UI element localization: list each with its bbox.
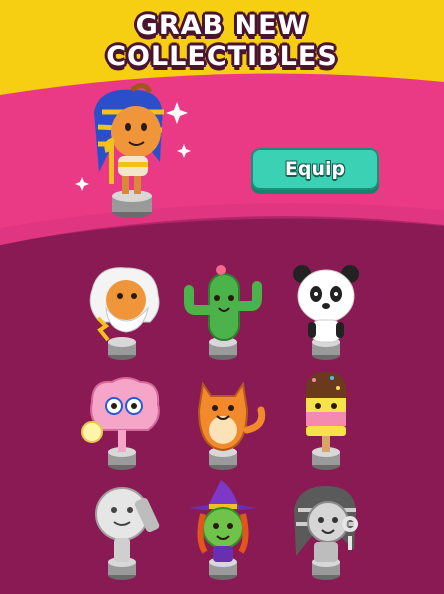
collectible-zeus[interactable]: [78, 260, 178, 370]
moon-collectible-icon: [95, 487, 160, 580]
popsicle-collectible-icon: [306, 372, 346, 470]
collectible-brain[interactable]: [78, 370, 178, 480]
equip-button[interactable]: Equip: [251, 148, 379, 190]
zeus-collectible-icon: [89, 267, 160, 360]
pharaoh-locked-collectible-icon: [294, 486, 359, 580]
witch-collectible-icon: [189, 480, 257, 580]
collectible-witch[interactable]: [181, 480, 281, 590]
title-line-2: COLLECTIBLES: [106, 41, 338, 72]
pharaoh-collectible-icon: [75, 83, 191, 218]
title-line-1: GRAB NEW: [135, 10, 309, 41]
collectible-cactus[interactable]: [181, 260, 281, 370]
page-title: GRAB NEW COLLECTIBLES: [0, 10, 444, 72]
collectible-panda[interactable]: [284, 260, 384, 370]
cactus-collectible-icon: [184, 265, 262, 360]
cat-collectible-icon: [197, 381, 266, 470]
collectible-cat[interactable]: [181, 370, 281, 480]
collectible-popsicle[interactable]: [284, 370, 384, 480]
brain-collectible-icon: [81, 377, 160, 470]
panda-collectible-icon: [293, 265, 359, 360]
featured-collectible: [74, 82, 194, 227]
collectible-pharaoh-locked[interactable]: [284, 480, 384, 590]
collectible-moon[interactable]: [78, 480, 178, 590]
collectibles-grid: [0, 255, 444, 592]
